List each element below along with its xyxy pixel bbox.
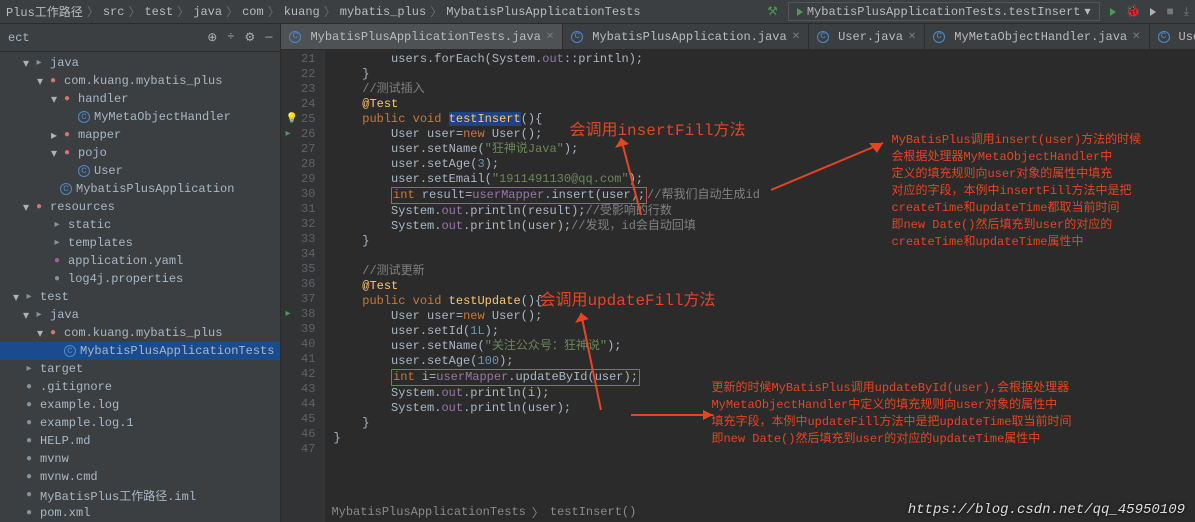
editor-tab[interactable]: cUser.java✕ — [809, 24, 925, 49]
tree-item[interactable]: ▸target — [0, 360, 280, 378]
tree-item[interactable]: ▾▸test — [0, 288, 280, 306]
collapse-icon[interactable]: ÷ — [227, 30, 234, 45]
bc-0[interactable]: Plus工作路径 — [6, 3, 83, 20]
tree-item[interactable]: ●example.log.1 — [0, 414, 280, 432]
tree-item[interactable]: ●HELP.md — [0, 432, 280, 450]
tree-item[interactable]: ▾●pojo — [0, 144, 280, 162]
project-sidebar: ect ⊕ ÷ ⚙ — ▾▸java▾●com.kuang.mybatis_pl… — [0, 24, 281, 522]
note-insert-title: 会调用insertFill方法 — [569, 116, 745, 140]
project-title: ect — [8, 31, 30, 45]
tree-item[interactable]: cMyMetaObjectHandler — [0, 108, 280, 126]
bc-4[interactable]: com — [242, 5, 264, 19]
build-icon[interactable]: ⚒ — [767, 4, 778, 19]
editor-breadcrumb[interactable]: MybatisPlusApplicationTests〉testInsert() — [325, 502, 642, 522]
tree-item[interactable]: ●log4j.properties — [0, 270, 280, 288]
editor-tab[interactable]: cMybatisPlusApplicationTests.java✕ — [281, 24, 563, 49]
tree-item[interactable]: ▾▸java — [0, 54, 280, 72]
tree-item[interactable]: ▸●mapper — [0, 126, 280, 144]
note-update-title: 会调用updateFill方法 — [539, 286, 715, 310]
tree-item[interactable]: ●mvnw.cmd — [0, 468, 280, 486]
target-icon[interactable]: ⊕ — [207, 30, 217, 45]
tree-item[interactable]: ▾●com.kuang.mybatis_plus — [0, 72, 280, 90]
bc-5[interactable]: kuang — [284, 5, 320, 19]
stop-icon[interactable]: ■ — [1166, 5, 1173, 19]
run-config-combo[interactable]: MybatisPlusApplicationTests.testInsert ▾ — [788, 2, 1100, 21]
editor-tab[interactable]: cMybatisPlusApplication.java✕ — [563, 24, 809, 49]
tree-item[interactable]: ●MyBatisPlus工作路径.iml — [0, 486, 280, 504]
gutter: 21222324💡25▸262728293031323334353637▸383… — [281, 50, 325, 522]
code-area[interactable]: users.forEach(System.out::println); } //… — [325, 50, 1195, 522]
tree-item[interactable]: ▸static — [0, 216, 280, 234]
tree-item[interactable]: cMybatisPlusApplication — [0, 180, 280, 198]
tree-item[interactable]: ▾●handler — [0, 90, 280, 108]
note-update-body: 更新的时候MyBatisPlus调用updateById(user),会根据处理… — [711, 380, 1071, 448]
note-insert-body: MyBatisPlus调用insert(user)方法的时候会根据处理器MyMe… — [891, 132, 1141, 251]
debug-icon[interactable]: 🐞 — [1126, 4, 1141, 19]
tree-item[interactable]: ●example.log — [0, 396, 280, 414]
tree-item[interactable]: ●.gitignore — [0, 378, 280, 396]
tree-item[interactable]: ●application.yaml — [0, 252, 280, 270]
tree-item[interactable]: ▸templates — [0, 234, 280, 252]
play-icon — [797, 8, 803, 16]
tree-item[interactable]: ▾●com.kuang.mybatis_plus — [0, 324, 280, 342]
tree-item[interactable]: ▾▸java — [0, 306, 280, 324]
project-tree[interactable]: ▾▸java▾●com.kuang.mybatis_plus▾●handlerc… — [0, 52, 280, 522]
tree-item[interactable]: ●pom.xml — [0, 504, 280, 522]
editor-tab[interactable]: cUserMapper.java✕ — [1150, 24, 1195, 49]
bc-1[interactable]: src — [103, 5, 125, 19]
bc-2[interactable]: test — [144, 5, 173, 19]
tree-item[interactable]: ●mvnw — [0, 450, 280, 468]
tree-item[interactable]: ▾●resources — [0, 198, 280, 216]
gear-icon[interactable]: ⚙ — [244, 30, 255, 45]
editor-tabs: cMybatisPlusApplicationTests.java✕cMybat… — [281, 24, 1195, 50]
bc-6[interactable]: mybatis_plus — [340, 5, 426, 19]
hide-icon[interactable]: — — [265, 30, 272, 45]
bc-3[interactable]: java — [193, 5, 222, 19]
tree-item[interactable]: cUser — [0, 162, 280, 180]
bc-7[interactable]: MybatisPlusApplicationTests — [446, 5, 640, 19]
git-icon[interactable]: ⤓ — [1184, 5, 1189, 19]
breadcrumb-bar: Plus工作路径〉 src〉 test〉 java〉 com〉 kuang〉 m… — [0, 0, 1195, 24]
run-icon[interactable] — [1110, 8, 1116, 16]
editor-tab[interactable]: cMyMetaObjectHandler.java✕ — [925, 24, 1149, 49]
watermark: https://blog.csdn.net/qq_45950109 — [908, 502, 1185, 518]
run-alt-icon[interactable] — [1150, 8, 1156, 16]
tree-item[interactable]: cMybatisPlusApplicationTests — [0, 342, 280, 360]
